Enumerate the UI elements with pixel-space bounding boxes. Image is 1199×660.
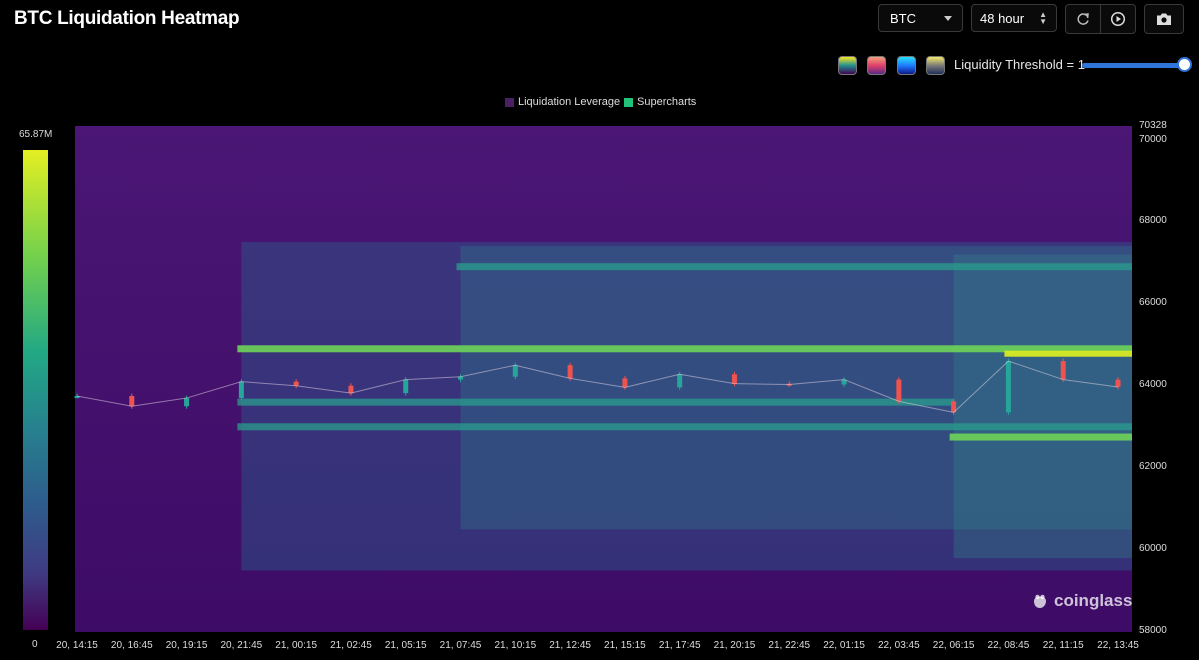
range-select[interactable]: 48 hour ▲ ▼ xyxy=(971,4,1057,32)
page-title: BTC Liquidation Heatmap xyxy=(14,8,240,29)
theme-swatch-ocean[interactable] xyxy=(897,56,916,75)
heatmap-glow xyxy=(953,254,1132,559)
screenshot-button[interactable] xyxy=(1144,4,1184,34)
theme-swatch-cividis[interactable] xyxy=(926,56,945,75)
camera-icon xyxy=(1157,13,1171,25)
y-tick-label: 70000 xyxy=(1139,134,1167,145)
colorbar-max-label: 65.87M xyxy=(19,129,53,140)
theme-swatch-sunset[interactable] xyxy=(867,56,886,75)
y-tick-label: 62000 xyxy=(1139,461,1167,472)
coin-select[interactable]: BTC xyxy=(878,4,963,32)
x-tick-label: 22, 03:45 xyxy=(877,640,920,651)
x-tick-label: 22, 06:15 xyxy=(932,640,975,651)
x-tick-label: 21, 22:45 xyxy=(768,640,811,651)
x-tick-label: 21, 05:15 xyxy=(384,640,427,651)
coinglass-logo-icon xyxy=(1034,594,1046,608)
x-tick-label: 20, 19:15 xyxy=(165,640,208,651)
threshold-slider-track[interactable] xyxy=(1082,63,1186,68)
colorbar xyxy=(23,150,48,630)
liquidation-band xyxy=(456,263,1132,271)
legend-swatch xyxy=(624,97,633,107)
liquidation-band xyxy=(1004,350,1132,357)
y-tick-label: 60000 xyxy=(1139,543,1167,554)
x-tick-label: 21, 10:15 xyxy=(494,640,537,651)
playback-button-group xyxy=(1065,4,1136,34)
y-tick-label: 64000 xyxy=(1139,379,1167,390)
watermark-text: coinglass xyxy=(1054,591,1133,610)
play-icon xyxy=(1110,11,1126,27)
candle-body xyxy=(348,385,354,394)
candle-body xyxy=(1060,361,1066,380)
x-tick-label: 22, 13:45 xyxy=(1097,640,1139,651)
x-tick-label: 22, 08:45 xyxy=(987,640,1030,651)
candle-body xyxy=(567,365,573,379)
refresh-button[interactable] xyxy=(1066,5,1100,33)
y-tick-label: 68000 xyxy=(1139,215,1167,226)
candle-body xyxy=(403,379,409,394)
candle-body xyxy=(622,378,628,388)
updown-arrows-icon: ▲ ▼ xyxy=(1039,10,1047,26)
y-tick-label: 70328 xyxy=(1139,120,1167,131)
x-tick-label: 20, 14:15 xyxy=(56,640,98,651)
liquidation-band xyxy=(237,398,954,406)
legend-label: Supercharts xyxy=(637,96,697,108)
threshold-slider-handle[interactable] xyxy=(1177,57,1192,72)
candle-body xyxy=(896,379,902,402)
x-tick-label: 20, 21:45 xyxy=(220,640,263,651)
legend-label: Liquidation Leverage xyxy=(518,96,621,108)
candle-body xyxy=(677,374,683,388)
legend-swatch xyxy=(505,97,514,107)
candle-body xyxy=(1115,379,1121,387)
theme-swatch-viridis[interactable] xyxy=(838,56,857,75)
refresh-icon xyxy=(1077,13,1089,25)
colorbar-min-label: 0 xyxy=(32,639,38,650)
legend-item-supercharts[interactable]: Supercharts xyxy=(624,96,696,108)
x-tick-label: 21, 20:15 xyxy=(713,640,756,651)
liquidation-band xyxy=(237,345,1133,353)
liquidation-band xyxy=(237,423,1133,431)
heatmap-bands xyxy=(237,242,1133,571)
candle-body xyxy=(184,398,190,407)
liquidation-band xyxy=(949,433,1132,441)
coin-select-value: BTC xyxy=(890,10,916,26)
coinglass-watermark: coinglass xyxy=(1030,591,1132,611)
play-button[interactable] xyxy=(1100,5,1135,33)
x-tick-label: 22, 11:15 xyxy=(1042,640,1084,651)
candle-body xyxy=(512,365,518,377)
x-tick-label: 21, 12:45 xyxy=(549,640,591,651)
candle-body xyxy=(731,374,737,384)
range-select-value: 48 hour xyxy=(980,10,1025,26)
y-tick-label: 58000 xyxy=(1139,625,1167,636)
candle-body xyxy=(1005,361,1011,413)
x-tick-label: 21, 07:45 xyxy=(439,640,482,651)
x-tick-label: 21, 02:45 xyxy=(330,640,372,651)
candle-body xyxy=(129,395,135,407)
threshold-label: Liquidity Threshold = 1 xyxy=(954,57,1085,72)
y-tick-label: 66000 xyxy=(1139,297,1167,308)
x-tick-label: 21, 15:15 xyxy=(604,640,646,651)
legend-item-liquidation-leverage[interactable]: Liquidation Leverage xyxy=(505,96,620,108)
x-tick-label: 20, 16:45 xyxy=(110,640,153,651)
x-tick-label: 21, 00:15 xyxy=(275,640,318,651)
x-tick-label: 21, 17:45 xyxy=(658,640,701,651)
candle-body xyxy=(238,381,244,399)
x-tick-label: 22, 01:15 xyxy=(823,640,865,651)
caret-down-icon xyxy=(944,16,952,21)
